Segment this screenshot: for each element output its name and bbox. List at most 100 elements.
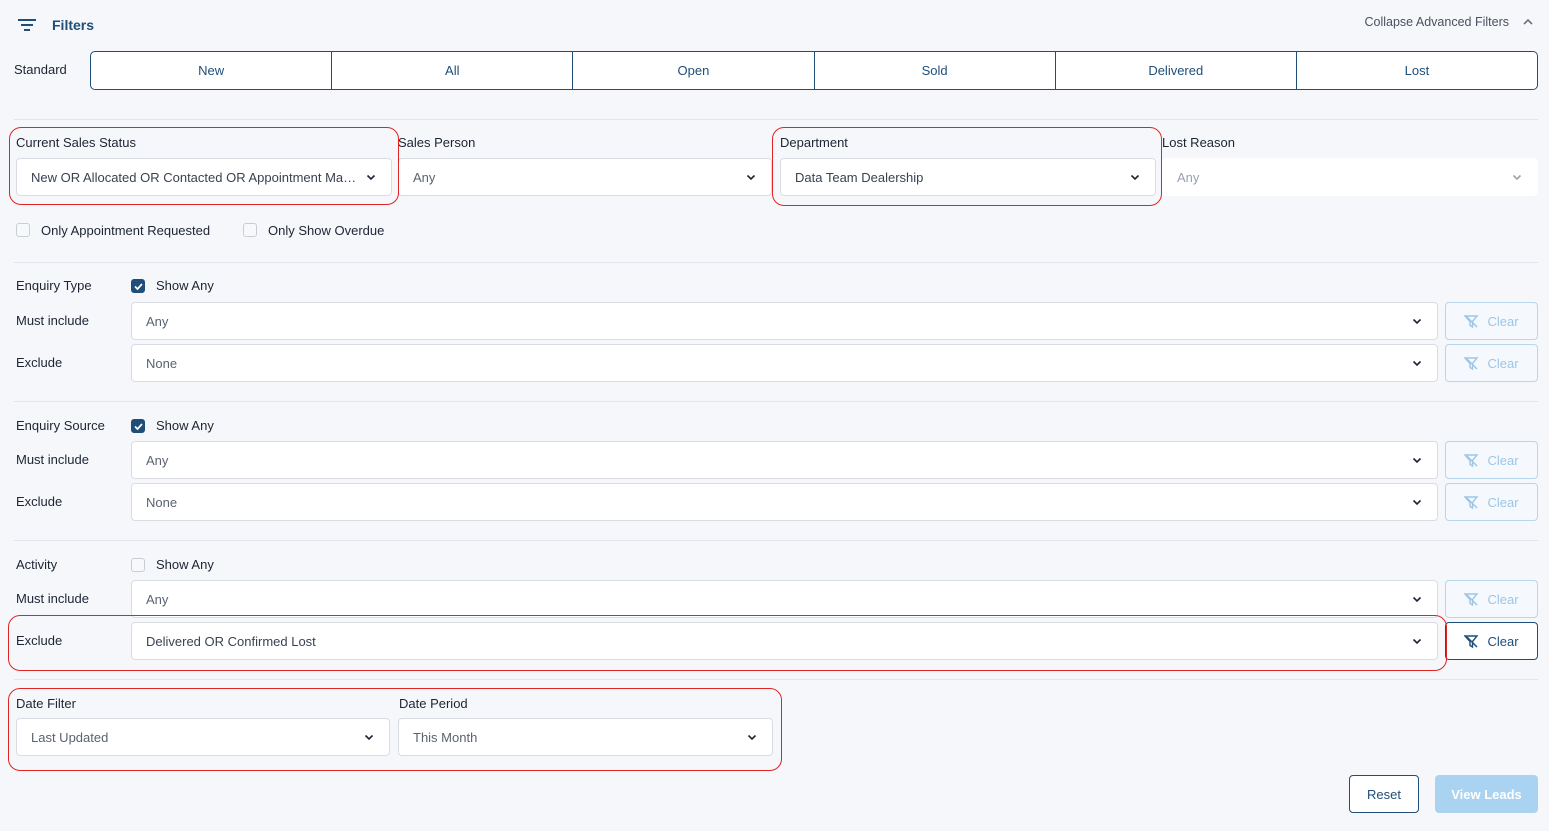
only-appointment-label: Only Appointment Requested [41, 223, 211, 238]
filters-header: Filters Collapse Advanced Filters [0, 0, 1549, 50]
activity-exclude-select[interactable]: Delivered OR Confirmed Lost [131, 622, 1438, 660]
clear-button[interactable]: Clear [1445, 441, 1538, 479]
date-period-value: This Month [413, 729, 478, 745]
date-filter-select[interactable]: Last Updated [16, 718, 390, 756]
chevron-down-icon [746, 174, 756, 181]
date-filter-label: Date Filter [16, 696, 76, 711]
enquiry-type-must-include-value: Any [146, 313, 169, 329]
only-overdue-checkbox[interactable] [243, 223, 257, 237]
clear-button[interactable]: Clear [1445, 483, 1538, 521]
activity-show-any-label: Show Any [156, 557, 214, 572]
enquiry-type-exclude-value: None [146, 355, 178, 371]
date-period-label: Date Period [399, 696, 468, 711]
divider [14, 119, 1538, 120]
divider [14, 401, 1538, 402]
lost-reason-label: Lost Reason [1162, 135, 1235, 150]
enquiry-source-show-any-checkbox[interactable] [131, 419, 145, 433]
enquiry-source-exclude-select[interactable]: None [131, 483, 1438, 521]
enquiry-source-label: Enquiry Source [16, 418, 105, 433]
activity-must-include-select[interactable]: Any [131, 580, 1438, 618]
chevron-down-icon [1412, 457, 1422, 464]
standard-tabs: New All Open Sold Delivered Lost [90, 51, 1538, 90]
enquiry-type-exclude-label: Exclude [16, 355, 63, 370]
only-overdue-label: Only Show Overdue [268, 223, 385, 238]
checkmark-icon [134, 283, 143, 291]
filter-clear-icon [1464, 592, 1479, 606]
divider [14, 540, 1538, 541]
filter-clear-icon [1464, 634, 1479, 648]
clear-label: Clear [1487, 633, 1519, 649]
tab-new[interactable]: New [91, 52, 333, 89]
date-filter-value: Last Updated [31, 729, 109, 745]
only-appointment-checkbox[interactable] [16, 223, 30, 237]
department-select[interactable]: Data Team Dealership [780, 158, 1156, 196]
filter-clear-icon [1464, 314, 1479, 328]
clear-button[interactable]: Clear [1445, 302, 1538, 340]
department-value: Data Team Dealership [795, 169, 924, 185]
department-label: Department [780, 135, 848, 150]
tab-lost[interactable]: Lost [1297, 52, 1537, 89]
current-sales-status-select[interactable]: New OR Allocated OR Contacted OR Appoint… [16, 158, 392, 196]
filter-lines-icon[interactable] [18, 18, 36, 32]
chevron-down-icon [1130, 174, 1140, 181]
divider [14, 262, 1538, 263]
chevron-down-icon [1412, 360, 1422, 367]
chevron-down-icon [1412, 596, 1422, 603]
current-sales-status-value: New OR Allocated OR Contacted OR Appoint… [31, 169, 357, 185]
view-leads-button[interactable]: View Leads [1435, 775, 1538, 813]
activity-exclude-value: Delivered OR Confirmed Lost [146, 633, 316, 649]
enquiry-type-show-any-label: Show Any [156, 278, 214, 293]
current-sales-status-label: Current Sales Status [16, 135, 136, 150]
reset-button[interactable]: Reset [1349, 775, 1419, 813]
clear-label: Clear [1487, 494, 1519, 510]
enquiry-type-exclude-select[interactable]: None [131, 344, 1438, 382]
chevron-down-icon [1412, 499, 1422, 506]
standard-label: Standard [14, 62, 67, 77]
divider [14, 679, 1538, 680]
enquiry-source-exclude-label: Exclude [16, 494, 63, 509]
chevron-down-icon [1412, 318, 1422, 325]
tab-delivered[interactable]: Delivered [1056, 52, 1297, 89]
filters-title: Filters [52, 17, 95, 33]
chevron-down-icon [366, 174, 376, 181]
sales-person-value: Any [413, 169, 436, 185]
collapse-label: Collapse Advanced Filters [1364, 15, 1509, 29]
tab-open[interactable]: Open [573, 52, 815, 89]
chevron-up-icon [1523, 18, 1533, 25]
date-period-select[interactable]: This Month [398, 718, 773, 756]
sales-person-select[interactable]: Any [398, 158, 772, 196]
clear-label: Clear [1487, 591, 1519, 607]
enquiry-type-must-include-label: Must include [16, 313, 89, 328]
filter-clear-icon [1464, 495, 1479, 509]
filters-panel: Filters Collapse Advanced Filters Standa… [0, 0, 1549, 831]
lost-reason-select[interactable]: Any [1162, 158, 1538, 196]
chevron-down-icon [1512, 174, 1522, 181]
chevron-down-icon [747, 734, 757, 741]
activity-label: Activity [16, 557, 58, 572]
enquiry-source-must-include-value: Any [146, 452, 169, 468]
clear-label: Clear [1487, 313, 1519, 329]
enquiry-source-exclude-value: None [146, 494, 178, 510]
clear-button[interactable]: Clear [1445, 344, 1538, 382]
tab-sold[interactable]: Sold [815, 52, 1056, 89]
enquiry-source-show-any-label: Show Any [156, 418, 214, 433]
enquiry-type-label: Enquiry Type [16, 278, 92, 293]
enquiry-source-must-include-label: Must include [16, 452, 89, 467]
collapse-advanced-filters-button[interactable]: Collapse Advanced Filters [1364, 15, 1535, 29]
filter-clear-icon [1464, 356, 1479, 370]
enquiry-type-show-any-checkbox[interactable] [131, 279, 145, 293]
activity-exclude-label: Exclude [16, 633, 63, 648]
enquiry-type-must-include-select[interactable]: Any [131, 302, 1438, 340]
clear-button[interactable]: Clear [1445, 580, 1538, 618]
activity-must-include-label: Must include [16, 591, 89, 606]
clear-button[interactable]: Clear [1445, 622, 1538, 660]
clear-label: Clear [1487, 355, 1519, 371]
checkmark-icon [134, 423, 143, 431]
activity-show-any-checkbox[interactable] [131, 558, 145, 572]
tab-all[interactable]: All [332, 52, 574, 89]
activity-must-include-value: Any [146, 591, 169, 607]
filter-clear-icon [1464, 453, 1479, 467]
clear-label: Clear [1487, 452, 1519, 468]
enquiry-source-must-include-select[interactable]: Any [131, 441, 1438, 479]
chevron-down-icon [1412, 638, 1422, 645]
